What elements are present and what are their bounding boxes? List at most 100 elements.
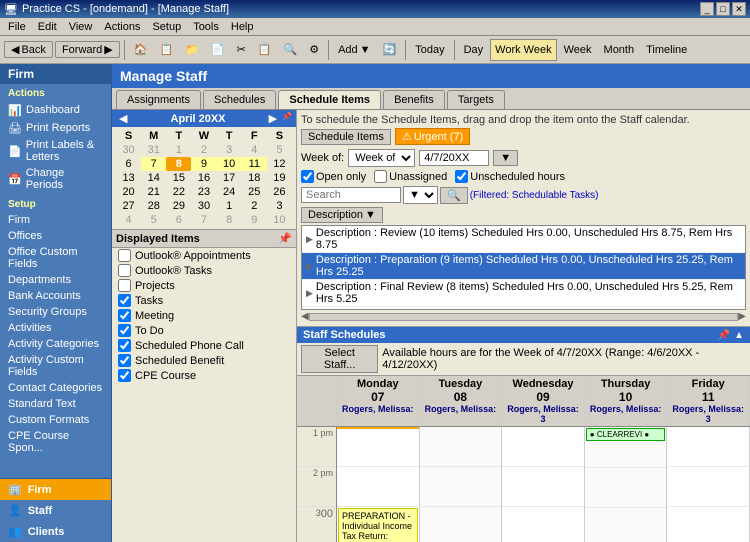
- staff-header-pin[interactable]: 📌: [718, 330, 730, 341]
- maximize-button[interactable]: □: [716, 2, 730, 16]
- tuesday-1pm[interactable]: [420, 427, 502, 467]
- cal-cell-1-1[interactable]: 7: [141, 157, 166, 171]
- thursday-2pm[interactable]: [585, 468, 667, 508]
- schedule-items-button[interactable]: Schedule Items: [301, 129, 391, 145]
- task-row-2[interactable]: ▶ Description : Final Review (8 items) S…: [302, 280, 745, 307]
- tab-benefits[interactable]: Benefits: [383, 90, 445, 109]
- thursday-3pm[interactable]: [585, 508, 667, 542]
- di-checkbox-benefit[interactable]: [118, 354, 131, 367]
- friday-2pm[interactable]: [667, 467, 749, 507]
- sidebar-item-print-reports[interactable]: 🖨 Print Reports: [0, 119, 111, 137]
- sidebar-item-office-custom-fields[interactable]: Office Custom Fields: [0, 244, 111, 272]
- cal-cell-4-1[interactable]: 28: [141, 199, 166, 213]
- cal-cell-1-6[interactable]: 12: [267, 157, 292, 171]
- menu-setup[interactable]: Setup: [146, 18, 187, 36]
- back-button[interactable]: ◀ Back: [4, 41, 53, 58]
- cal-cell-2-5[interactable]: 18: [242, 171, 267, 185]
- cal-prev-button[interactable]: ◀: [116, 112, 130, 125]
- cal-cell-3-4[interactable]: 24: [217, 185, 242, 199]
- cal-cell-4-3[interactable]: 30: [191, 199, 216, 213]
- cal-cell-0-3[interactable]: 2: [191, 143, 216, 157]
- task-row-1[interactable]: ▶ Description : Preparation (9 items) Sc…: [302, 253, 745, 280]
- toolbar-icon-2[interactable]: 📋: [154, 39, 178, 61]
- monday-2pm[interactable]: [337, 467, 419, 507]
- sidebar-item-activity-custom-fields[interactable]: Activity Custom Fields: [0, 352, 111, 380]
- search-input[interactable]: [301, 187, 401, 203]
- cal-cell-2-2[interactable]: 15: [166, 171, 191, 185]
- di-pin-icon[interactable]: 📌: [278, 232, 292, 245]
- cal-cell-3-0[interactable]: 20: [116, 185, 141, 199]
- week-select[interactable]: Week of: [348, 149, 415, 167]
- di-outlook-appointments[interactable]: Outlook® Appointments: [112, 248, 296, 263]
- sidebar-bottom-clients[interactable]: 👥 Clients: [0, 521, 111, 542]
- tab-schedules[interactable]: Schedules: [203, 90, 276, 109]
- cal-cell-3-3[interactable]: 23: [191, 185, 216, 199]
- week-button[interactable]: Week: [559, 39, 597, 61]
- task-row-0[interactable]: ▶ Description : Review (10 items) Schedu…: [302, 226, 745, 253]
- sidebar-item-print-labels[interactable]: 📄 Print Labels & Letters: [0, 137, 111, 165]
- work-week-button[interactable]: Work Week: [490, 39, 556, 61]
- di-checkbox-tasks[interactable]: [118, 294, 131, 307]
- di-projects[interactable]: Projects: [112, 278, 296, 293]
- close-button[interactable]: ✕: [732, 2, 746, 16]
- cal-cell-1-5[interactable]: 11: [242, 157, 267, 171]
- add-button[interactable]: Add ▼: [333, 39, 375, 61]
- cal-cell-0-6[interactable]: 5: [267, 143, 292, 157]
- toolbar-icon-8[interactable]: ⚙: [304, 39, 324, 61]
- forward-button[interactable]: Forward ▶: [55, 41, 120, 58]
- thursday-1pm[interactable]: ● CLEARREVI ●: [585, 428, 667, 468]
- sidebar-bottom-firm[interactable]: 🏢 Firm: [0, 479, 111, 500]
- wednesday-3pm[interactable]: [502, 507, 584, 542]
- scrollbar-track[interactable]: [309, 313, 739, 321]
- search-dropdown[interactable]: ▼: [403, 186, 438, 204]
- toolbar-icon-6[interactable]: 📋: [253, 39, 277, 61]
- wednesday-2pm[interactable]: [502, 467, 584, 507]
- cal-cell-4-6[interactable]: 3: [267, 199, 292, 213]
- cal-cell-4-0[interactable]: 27: [116, 199, 141, 213]
- di-meeting[interactable]: Meeting: [112, 308, 296, 323]
- sidebar-item-contact-categories[interactable]: Contact Categories: [0, 380, 111, 396]
- toolbar-icon-5[interactable]: ✂: [232, 39, 251, 61]
- di-checkbox-outlook-tasks[interactable]: [118, 264, 131, 277]
- sidebar-item-offices[interactable]: Offices: [0, 228, 111, 244]
- menu-tools[interactable]: Tools: [187, 18, 225, 36]
- di-scheduled-benefit[interactable]: Scheduled Benefit: [112, 353, 296, 368]
- cal-cell-2-6[interactable]: 19: [267, 171, 292, 185]
- cal-cell-2-0[interactable]: 13: [116, 171, 141, 185]
- cal-cell-2-4[interactable]: 17: [217, 171, 242, 185]
- unscheduled-hours-checkbox[interactable]: [455, 170, 468, 183]
- cal-cell-2-1[interactable]: 14: [141, 171, 166, 185]
- minimize-button[interactable]: _: [700, 2, 714, 16]
- wednesday-1pm[interactable]: [502, 427, 584, 467]
- task-row-3[interactable]: ▶ Description : Delivery (3 items) Sched…: [302, 307, 745, 310]
- description-dropdown-button[interactable]: Description ▼: [301, 207, 383, 223]
- unassigned-label[interactable]: Unassigned: [374, 170, 447, 183]
- cal-cell-3-1[interactable]: 21: [141, 185, 166, 199]
- open-only-checkbox[interactable]: [301, 170, 314, 183]
- cal-cell-0-0[interactable]: 30: [116, 143, 141, 157]
- toolbar-icon-9[interactable]: 🔄: [378, 39, 402, 61]
- cal-cell-0-5[interactable]: 4: [242, 143, 267, 157]
- menu-file[interactable]: File: [2, 18, 32, 36]
- cal-cell-0-4[interactable]: 3: [217, 143, 242, 157]
- di-scheduled-phone-call[interactable]: Scheduled Phone Call: [112, 338, 296, 353]
- cal-cell-4-4[interactable]: 1: [217, 199, 242, 213]
- today-button[interactable]: Today: [410, 39, 449, 61]
- monday-3pm[interactable]: PREPARATION - Individual Income Tax Retu…: [337, 508, 419, 542]
- cal-cell-5-1[interactable]: 5: [141, 213, 166, 227]
- unscheduled-hours-label[interactable]: Unscheduled hours: [455, 170, 565, 183]
- di-checkbox-todo[interactable]: [118, 324, 131, 337]
- cal-cell-1-0[interactable]: 6: [116, 157, 141, 171]
- sidebar-item-change-periods[interactable]: 📅 Change Periods: [0, 165, 111, 193]
- toolbar-icon-4[interactable]: 📄: [206, 39, 230, 61]
- sidebar-item-firm[interactable]: Firm: [0, 212, 111, 228]
- menu-edit[interactable]: Edit: [32, 18, 63, 36]
- cal-cell-2-3[interactable]: 16: [191, 171, 216, 185]
- di-checkbox-outlook-appointments[interactable]: [118, 249, 131, 262]
- toolbar-icon-7[interactable]: 🔍: [278, 39, 302, 61]
- tab-targets[interactable]: Targets: [447, 90, 505, 109]
- sidebar-item-cpe-course[interactable]: CPE Course Spon...: [0, 428, 111, 456]
- friday-3pm[interactable]: [667, 507, 749, 542]
- sidebar-item-departments[interactable]: Departments: [0, 272, 111, 288]
- cal-cell-5-6[interactable]: 10: [267, 213, 292, 227]
